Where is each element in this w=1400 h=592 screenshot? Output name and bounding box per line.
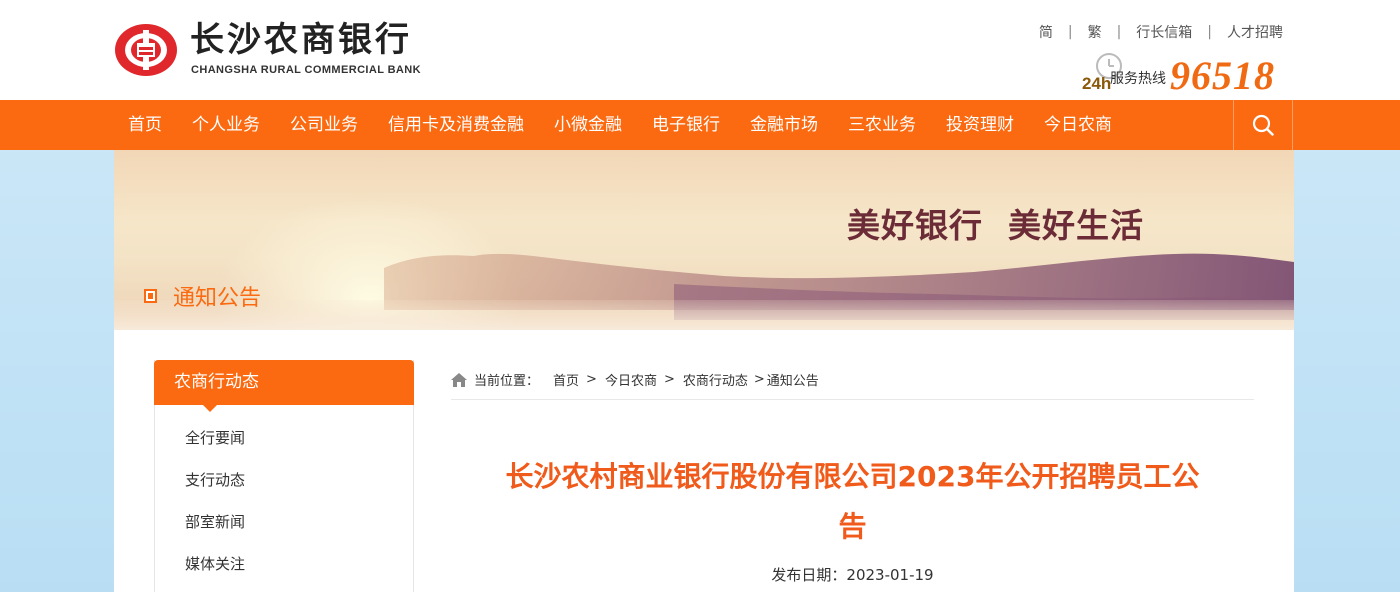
hotline-number: 96518	[1170, 53, 1275, 98]
breadcrumb-home[interactable]: 首页	[553, 370, 579, 389]
link-simplified[interactable]: 简	[1039, 22, 1053, 42]
sidebar-list: 全行要闻 支行动态 部室新闻 媒体关注	[155, 405, 413, 585]
banner-slogan: 美好银行 美好生活	[847, 206, 1144, 245]
section-title: 通知公告	[173, 286, 262, 311]
sidebar-item-media-coverage[interactable]: 媒体关注	[155, 543, 413, 585]
sidebar: 农商行动态 全行要闻 支行动态 部室新闻 媒体关注	[154, 360, 414, 592]
section-marker-icon	[144, 289, 157, 303]
nav-item-financial-market[interactable]: 金融市场	[735, 100, 833, 150]
divider: |	[1067, 24, 1073, 40]
content-area: 农商行动态 全行要闻 支行动态 部室新闻 媒体关注 当前位置： 首页 > 今日农…	[114, 330, 1294, 592]
nav-item-personal[interactable]: 个人业务	[177, 100, 275, 150]
breadcrumb-current[interactable]: 通知公告	[767, 370, 819, 389]
breadcrumb: 当前位置： 首页 > 今日农商 > 农商行动态 > 通知公告	[451, 360, 1254, 400]
search-button[interactable]	[1233, 100, 1293, 150]
bank-logo-icon[interactable]	[113, 22, 179, 78]
publish-date-label: 发布日期：	[771, 566, 847, 584]
sidebar-item-department-news[interactable]: 部室新闻	[155, 501, 413, 543]
home-icon	[451, 372, 467, 387]
sidebar-item-branch-news[interactable]: 支行动态	[155, 459, 413, 501]
service-hotline: 24h 服务热线 96518	[1082, 52, 1294, 98]
article-main: 当前位置： 首页 > 今日农商 > 农商行动态 > 通知公告 长沙农村商业银行股…	[451, 360, 1254, 585]
nav-item-home[interactable]: 首页	[113, 100, 177, 150]
section-heading: 通知公告	[144, 280, 261, 312]
divider: |	[1116, 24, 1122, 40]
nav-item-corporate[interactable]: 公司业务	[275, 100, 373, 150]
sidebar-item-headline-news[interactable]: 全行要闻	[155, 417, 413, 459]
bank-name-en: CHANGSHA RURAL COMMERCIAL BANK	[191, 64, 421, 76]
publish-date: 发布日期：2023-01-19	[451, 564, 1254, 585]
nav-item-today[interactable]: 今日农商	[1029, 100, 1127, 150]
bank-name-cn[interactable]: 长沙农商银行	[190, 20, 412, 60]
search-icon	[1252, 114, 1274, 136]
publish-date-value: 2023-01-19	[846, 566, 934, 584]
breadcrumb-separator: >	[586, 372, 597, 387]
breadcrumb-separator: >	[663, 372, 675, 387]
breadcrumb-news[interactable]: 农商行动态	[683, 370, 748, 389]
sidebar-title[interactable]: 农商行动态	[154, 360, 414, 412]
breadcrumb-separator: >	[753, 372, 765, 387]
top-links: 简 | 繁 | 行长信箱 | 人才招聘	[1039, 22, 1283, 42]
nav-item-credit-card[interactable]: 信用卡及消费金融	[373, 100, 539, 150]
link-president-mailbox[interactable]: 行长信箱	[1136, 22, 1192, 42]
divider: |	[1207, 24, 1212, 40]
hotline-24h: 24h	[1082, 74, 1112, 93]
nav-item-agriculture[interactable]: 三农业务	[833, 100, 931, 150]
article-title: 长沙农村商业银行股份有限公司2023年公开招聘员工公告	[505, 460, 1200, 543]
breadcrumb-today[interactable]: 今日农商	[605, 370, 657, 389]
breadcrumb-label: 当前位置：	[474, 374, 540, 389]
nav-item-e-banking[interactable]: 电子银行	[637, 100, 735, 150]
nav-item-wealth[interactable]: 投资理财	[931, 100, 1029, 150]
page-banner: 美好银行 美好生活 通知公告	[114, 150, 1294, 330]
main-nav: 首页 个人业务 公司业务 信用卡及消费金融 小微金融 电子银行 金融市场 三农业…	[0, 100, 1400, 150]
hotline-label: 服务热线	[1110, 71, 1166, 87]
nav-item-small-micro[interactable]: 小微金融	[539, 100, 637, 150]
link-recruitment[interactable]: 人才招聘	[1227, 22, 1283, 42]
link-traditional[interactable]: 繁	[1088, 22, 1102, 42]
site-header: 长沙农商银行 CHANGSHA RURAL COMMERCIAL BANK 简 …	[0, 0, 1400, 100]
